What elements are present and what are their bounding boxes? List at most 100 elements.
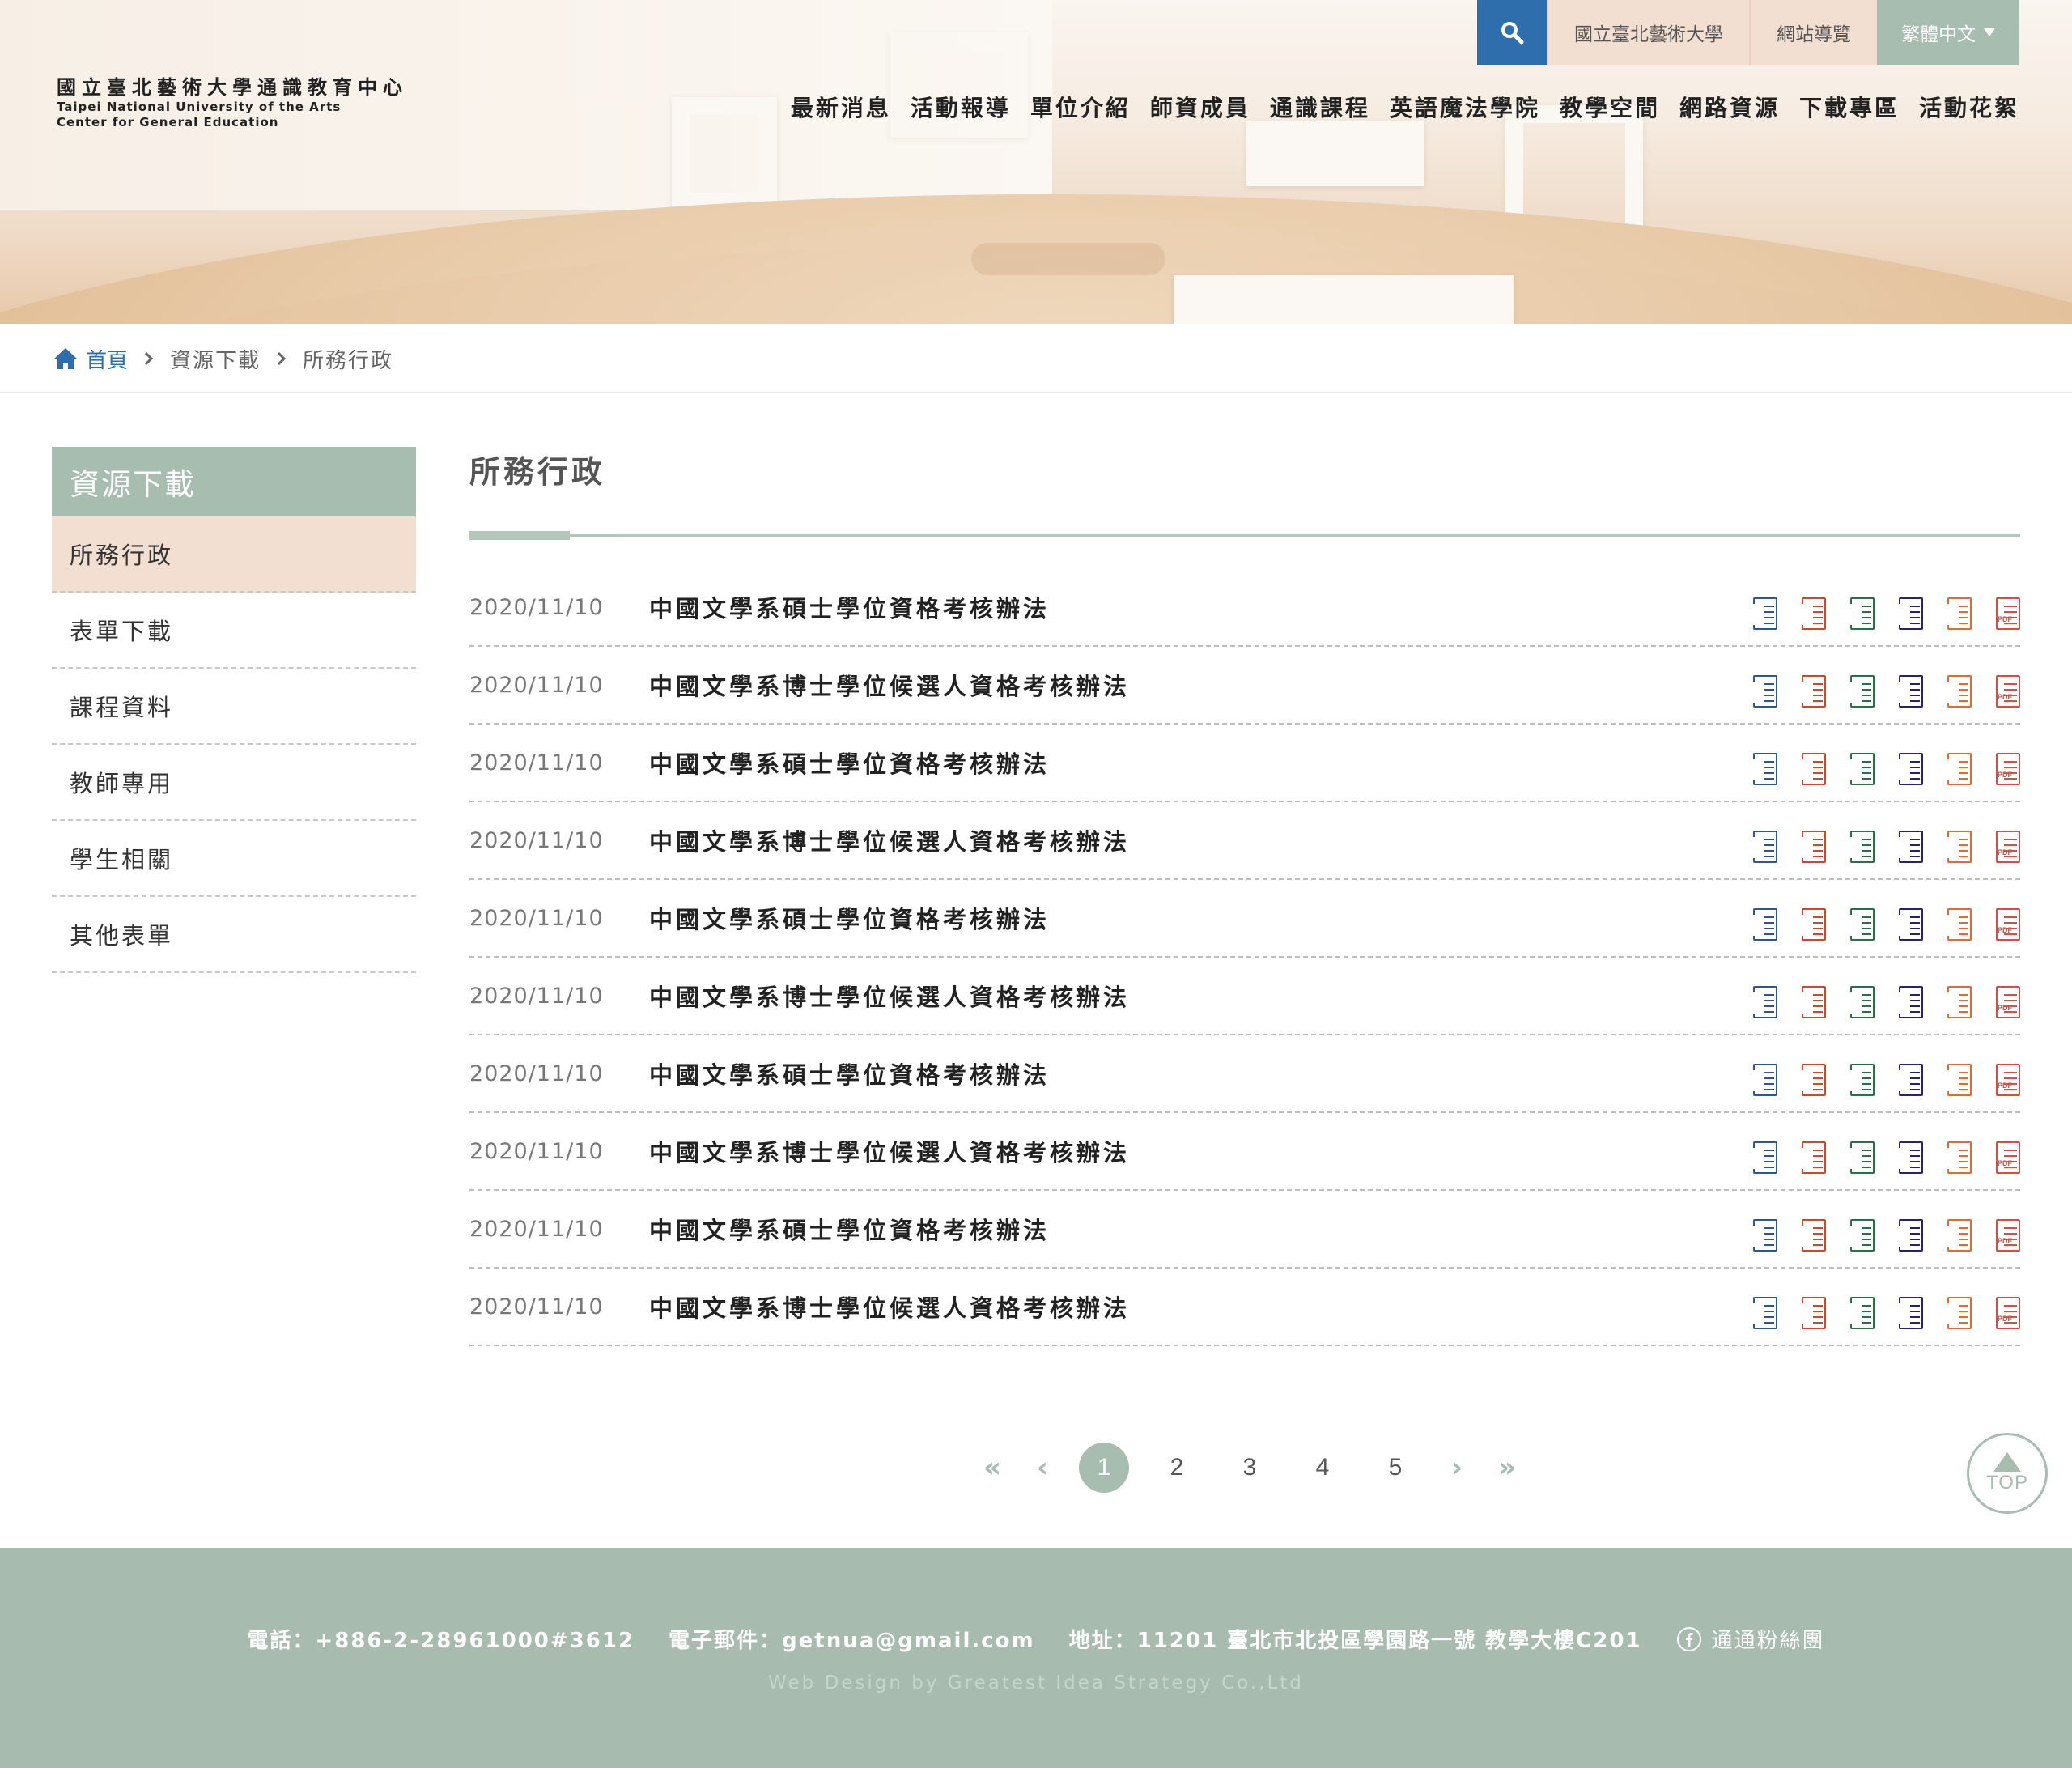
pdf-file-icon[interactable]: PDF — [1988, 831, 2020, 863]
xml-file-icon[interactable]: X — [1939, 1297, 1972, 1329]
nav-item-gallery[interactable]: 活動花絮 — [1919, 91, 2019, 123]
outlook-file-icon[interactable]: O — [1891, 753, 1923, 785]
item-title-link[interactable]: 中國文學系博士學位候選人資格考核辦法 — [649, 823, 1745, 857]
excel-file-icon[interactable]: X — [1842, 986, 1875, 1018]
xml-file-icon[interactable]: X — [1939, 675, 1972, 708]
breadcrumb-home[interactable]: 首頁 — [86, 344, 128, 374]
word-file-icon[interactable]: W — [1745, 597, 1777, 630]
outlook-file-icon[interactable]: O — [1891, 986, 1923, 1018]
outlook-file-icon[interactable]: O — [1891, 1219, 1923, 1252]
sidebar-item-teachers[interactable]: 教師專用 — [52, 745, 416, 821]
xml-file-icon[interactable]: X — [1939, 831, 1972, 863]
prev-page-button[interactable]: ‹ — [1017, 1451, 1068, 1484]
footer-email[interactable]: 電子郵件：getnua@gmail.com — [669, 1624, 1035, 1654]
xml-file-icon[interactable]: X — [1939, 1141, 1972, 1174]
word-file-icon[interactable]: W — [1745, 831, 1777, 863]
excel-file-icon[interactable]: X — [1842, 908, 1875, 941]
excel-file-icon[interactable]: X — [1842, 831, 1875, 863]
language-select[interactable]: 繁體中文 — [1877, 0, 2019, 65]
next-page-button[interactable]: › — [1432, 1451, 1482, 1484]
powerpoint-file-icon[interactable]: P — [1794, 1219, 1826, 1252]
sidebar-item-students[interactable]: 學生相關 — [52, 821, 416, 897]
nav-item-courses[interactable]: 通識課程 — [1270, 91, 1370, 123]
powerpoint-file-icon[interactable]: P — [1794, 597, 1826, 630]
sidebar-item-admin[interactable]: 所務行政 — [52, 516, 416, 593]
nav-item-downloads[interactable]: 下載專區 — [1799, 91, 1900, 123]
last-page-button[interactable]: » — [1482, 1451, 1532, 1484]
sidebar-item-course-materials[interactable]: 課程資料 — [52, 669, 416, 745]
site-logo[interactable]: 國立臺北藝術大學通識教育中心 Taipei National Universit… — [57, 71, 408, 130]
nav-item-teaching-space[interactable]: 教學空間 — [1560, 91, 1660, 123]
item-title-link[interactable]: 中國文學系博士學位候選人資格考核辦法 — [649, 668, 1745, 702]
item-title-link[interactable]: 中國文學系碩士學位資格考核辦法 — [649, 746, 1745, 780]
university-link[interactable]: 國立臺北藝術大學 — [1547, 0, 1749, 65]
item-title-link[interactable]: 中國文學系碩士學位資格考核辦法 — [649, 901, 1745, 935]
excel-file-icon[interactable]: X — [1842, 1064, 1875, 1096]
item-title-link[interactable]: 中國文學系博士學位候選人資格考核辦法 — [649, 979, 1745, 1013]
powerpoint-file-icon[interactable]: P — [1794, 908, 1826, 941]
item-title-link[interactable]: 中國文學系碩士學位資格考核辦法 — [649, 1212, 1745, 1246]
word-file-icon[interactable]: W — [1745, 1297, 1777, 1329]
pdf-file-icon[interactable]: PDF — [1988, 1219, 2020, 1252]
outlook-file-icon[interactable]: O — [1891, 597, 1923, 630]
excel-file-icon[interactable]: X — [1842, 597, 1875, 630]
item-title-link[interactable]: 中國文學系碩士學位資格考核辦法 — [649, 1056, 1745, 1090]
xml-file-icon[interactable]: X — [1939, 1064, 1972, 1096]
page-5-button[interactable]: 5 — [1370, 1443, 1420, 1493]
pdf-file-icon[interactable]: PDF — [1988, 986, 2020, 1018]
xml-file-icon[interactable]: X — [1939, 597, 1972, 630]
word-file-icon[interactable]: W — [1745, 908, 1777, 941]
excel-file-icon[interactable]: X — [1842, 1219, 1875, 1252]
page-2-button[interactable]: 2 — [1152, 1443, 1202, 1493]
powerpoint-file-icon[interactable]: P — [1794, 675, 1826, 708]
excel-file-icon[interactable]: X — [1842, 1297, 1875, 1329]
search-button[interactable] — [1477, 0, 1547, 65]
word-file-icon[interactable]: W — [1745, 1219, 1777, 1252]
nav-item-english-academy[interactable]: 英語魔法學院 — [1390, 91, 1540, 123]
nav-item-web-resources[interactable]: 網路資源 — [1679, 91, 1780, 123]
pdf-file-icon[interactable]: PDF — [1988, 1064, 2020, 1096]
powerpoint-file-icon[interactable]: P — [1794, 1141, 1826, 1174]
powerpoint-file-icon[interactable]: P — [1794, 753, 1826, 785]
powerpoint-file-icon[interactable]: P — [1794, 1297, 1826, 1329]
sidebar-item-forms[interactable]: 表單下載 — [52, 593, 416, 669]
facebook-link[interactable]: 通通粉絲團 — [1676, 1624, 1825, 1654]
word-file-icon[interactable]: W — [1745, 1141, 1777, 1174]
xml-file-icon[interactable]: X — [1939, 753, 1972, 785]
outlook-file-icon[interactable]: O — [1891, 675, 1923, 708]
back-to-top-button[interactable]: TOP — [1967, 1433, 2048, 1514]
pdf-file-icon[interactable]: PDF — [1988, 597, 2020, 630]
excel-file-icon[interactable]: X — [1842, 1141, 1875, 1174]
breadcrumb-resources[interactable]: 資源下載 — [170, 344, 261, 374]
xml-file-icon[interactable]: X — [1939, 908, 1972, 941]
page-1-button[interactable]: 1 — [1079, 1443, 1129, 1493]
word-file-icon[interactable]: W — [1745, 986, 1777, 1018]
pdf-file-icon[interactable]: PDF — [1988, 1297, 2020, 1329]
pdf-file-icon[interactable]: PDF — [1988, 753, 2020, 785]
sidebar-item-other-forms[interactable]: 其他表單 — [52, 897, 416, 973]
item-title-link[interactable]: 中國文學系碩士學位資格考核辦法 — [649, 590, 1745, 624]
xml-file-icon[interactable]: X — [1939, 986, 1972, 1018]
outlook-file-icon[interactable]: O — [1891, 908, 1923, 941]
pdf-file-icon[interactable]: PDF — [1988, 675, 2020, 708]
first-page-button[interactable]: « — [967, 1451, 1017, 1484]
powerpoint-file-icon[interactable]: P — [1794, 986, 1826, 1018]
nav-item-about[interactable]: 單位介紹 — [1030, 91, 1131, 123]
word-file-icon[interactable]: W — [1745, 1064, 1777, 1096]
pdf-file-icon[interactable]: PDF — [1988, 908, 2020, 941]
home-icon[interactable] — [53, 347, 78, 370]
powerpoint-file-icon[interactable]: P — [1794, 831, 1826, 863]
item-title-link[interactable]: 中國文學系博士學位候選人資格考核辦法 — [649, 1134, 1745, 1168]
outlook-file-icon[interactable]: O — [1891, 831, 1923, 863]
word-file-icon[interactable]: W — [1745, 675, 1777, 708]
outlook-file-icon[interactable]: O — [1891, 1064, 1923, 1096]
outlook-file-icon[interactable]: O — [1891, 1141, 1923, 1174]
item-title-link[interactable]: 中國文學系博士學位候選人資格考核辦法 — [649, 1290, 1745, 1324]
pdf-file-icon[interactable]: PDF — [1988, 1141, 2020, 1174]
outlook-file-icon[interactable]: O — [1891, 1297, 1923, 1329]
page-3-button[interactable]: 3 — [1225, 1443, 1275, 1493]
nav-item-faculty[interactable]: 師資成員 — [1150, 91, 1250, 123]
nav-item-news[interactable]: 最新消息 — [791, 91, 891, 123]
nav-item-activity-reports[interactable]: 活動報導 — [911, 91, 1011, 123]
powerpoint-file-icon[interactable]: P — [1794, 1064, 1826, 1096]
